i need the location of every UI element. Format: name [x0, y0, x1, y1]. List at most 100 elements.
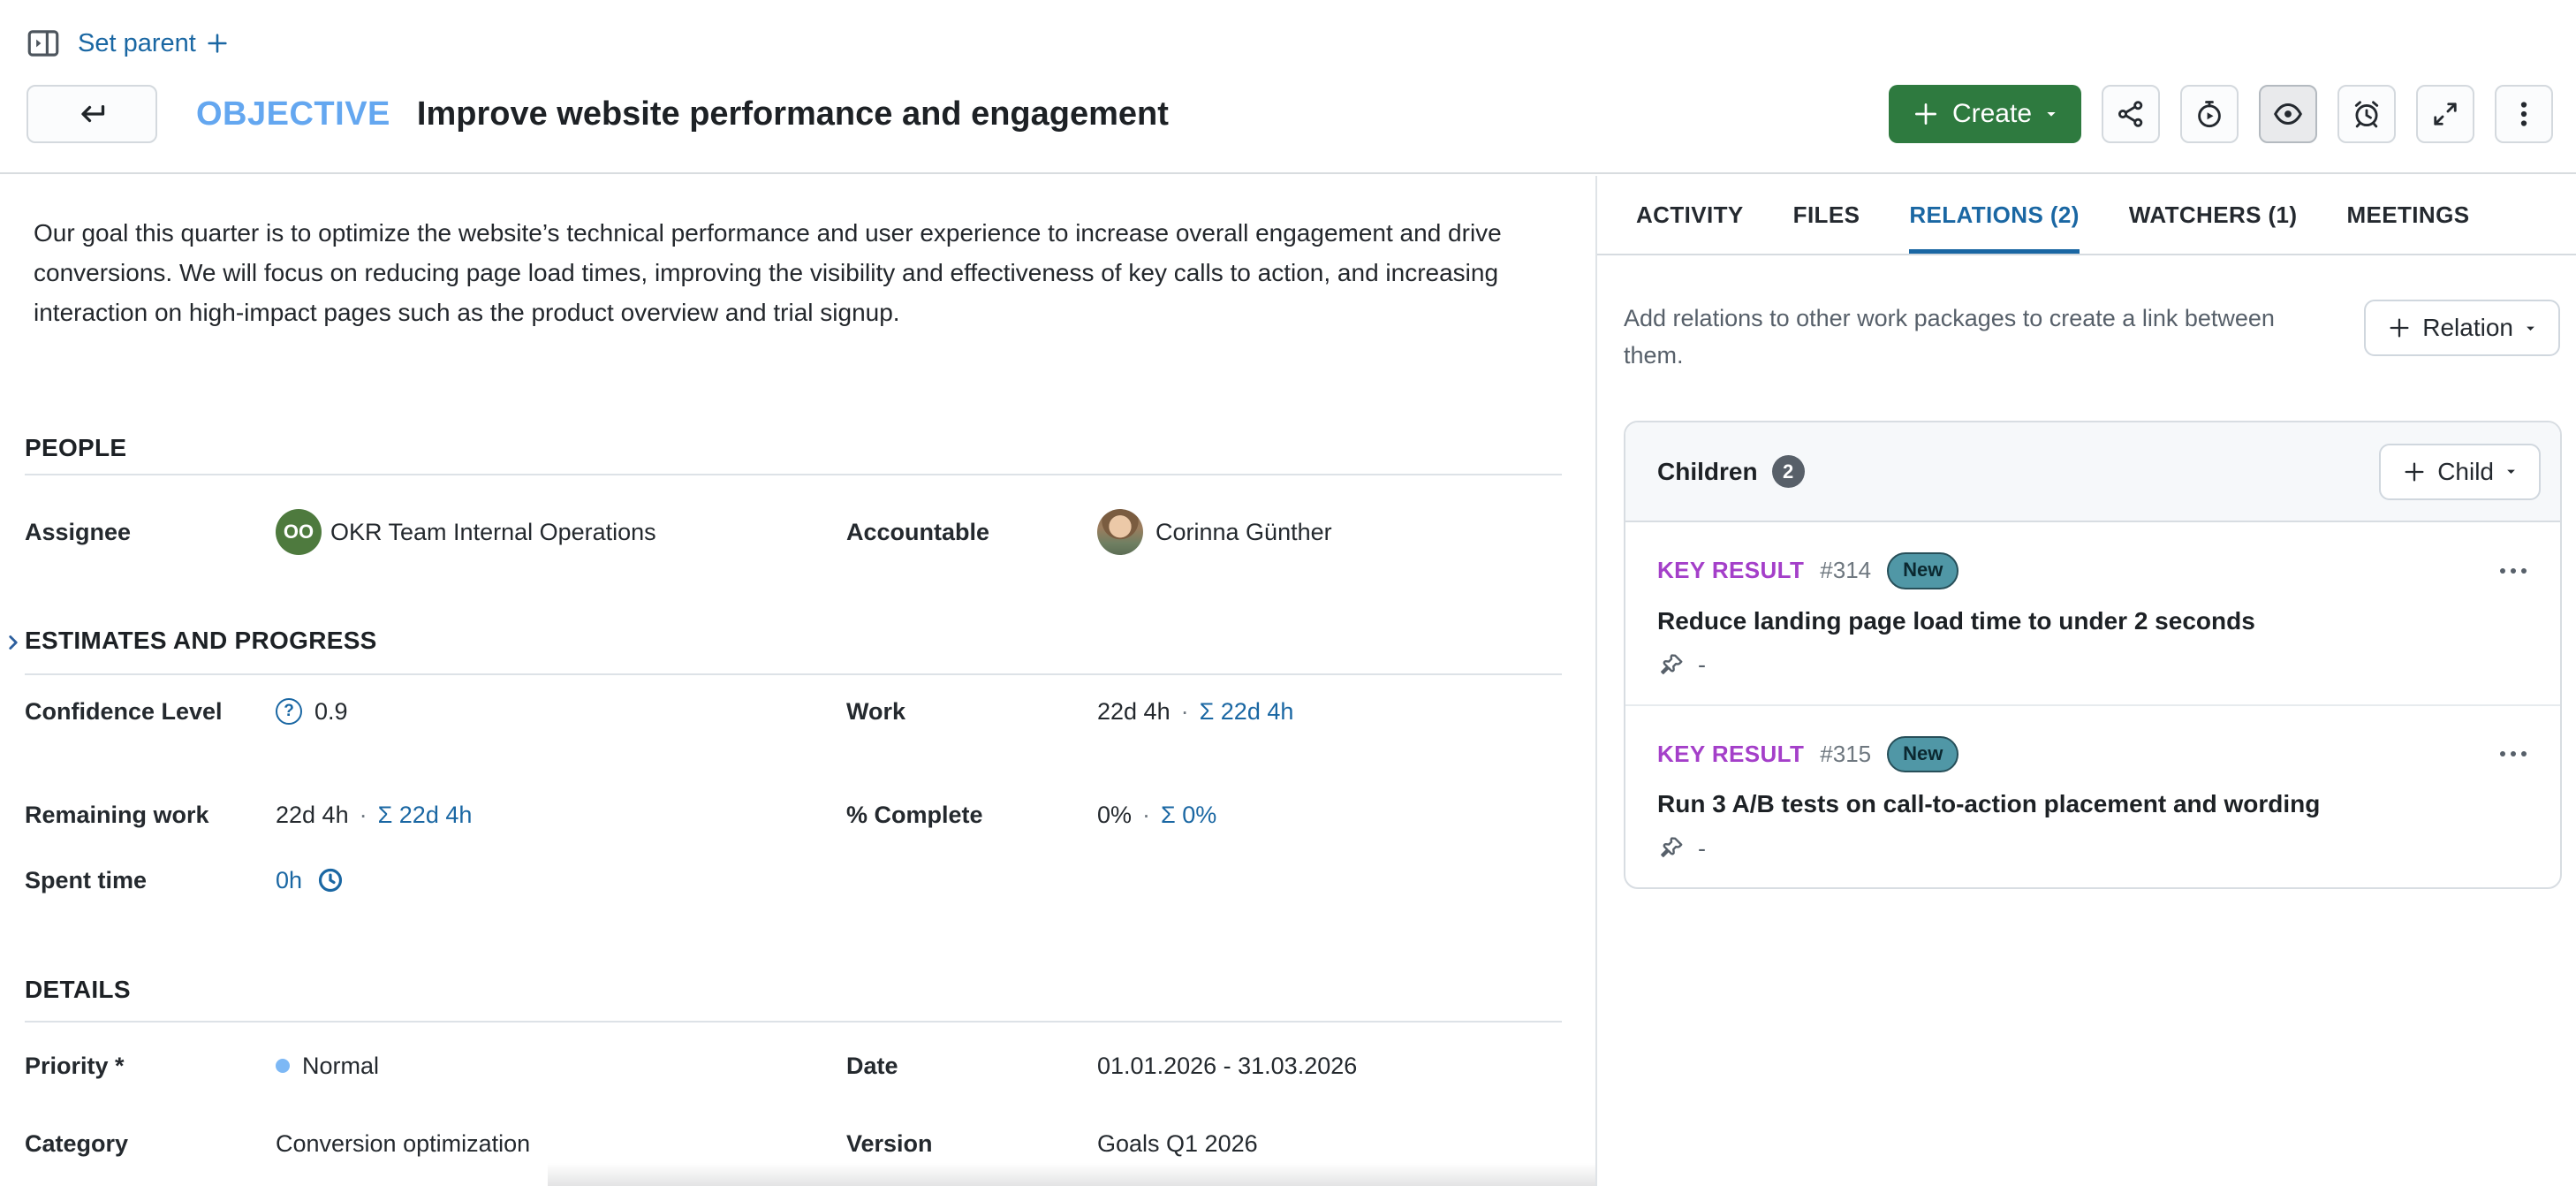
chevron-down-icon [2524, 322, 2537, 335]
spent-time-value[interactable]: 0h [276, 861, 846, 900]
details-row-1: Priority * Normal Date 01.01.2026 - 31.0… [25, 1046, 1562, 1085]
priority-dot-icon [276, 1059, 290, 1073]
more-button[interactable] [2495, 85, 2553, 143]
pin-icon[interactable] [1657, 651, 1686, 680]
confidence-number: 0.9 [314, 692, 348, 731]
title-row: OBJECTIVE Improve website performance an… [27, 85, 1169, 143]
add-relation-button[interactable]: Relation [2364, 300, 2560, 356]
tab-relations[interactable]: RELATIONS (2) [1909, 176, 2080, 254]
estimates-row-2: Remaining work 22d 4h · Σ 22d 4h % Compl… [25, 795, 1562, 834]
sidebar-expand-icon[interactable] [25, 25, 62, 62]
confidence-level-label: Confidence Level [25, 692, 276, 731]
pin-icon[interactable] [1657, 834, 1686, 863]
version-value[interactable]: Goals Q1 2026 [1097, 1124, 1562, 1163]
work-value[interactable]: 22d 4h · Σ 22d 4h [1097, 692, 1562, 731]
remaining-number: 22d 4h [276, 795, 349, 834]
work-package-id[interactable]: #314 [1820, 557, 1871, 584]
help-icon[interactable]: ? [276, 698, 302, 725]
tab-bar: ACTIVITY FILES RELATIONS (2) WATCHERS (1… [1597, 176, 2576, 255]
category-label: Category [25, 1124, 276, 1163]
child-title[interactable]: Run 3 A/B tests on call-to-action placem… [1657, 790, 2534, 818]
estimates-heading: ESTIMATES AND PROGRESS [25, 627, 377, 655]
confidence-level-value[interactable]: ? 0.9 [276, 692, 846, 731]
details-heading: DETAILS [25, 976, 131, 1004]
avatar: OO [276, 509, 322, 555]
dot-separator: · [360, 795, 367, 834]
card-more-button[interactable] [2493, 742, 2534, 765]
relations-panel: ACTIVITY FILES RELATIONS (2) WATCHERS (1… [1597, 176, 2576, 1186]
ellipsis-icon [2496, 563, 2530, 579]
remaining-sum-link[interactable]: Σ 22d 4h [378, 795, 473, 834]
start-timer-button[interactable] [2180, 85, 2239, 143]
alarm-clock-icon [2351, 98, 2383, 130]
description-text[interactable]: Our goal this quarter is to optimize the… [34, 213, 1575, 332]
ellipsis-icon [2496, 746, 2530, 762]
estimates-row-1: Confidence Level ? 0.9 Work 22d 4h · Σ 2… [25, 692, 1562, 731]
child-work-package-card[interactable]: KEY RESULT #314 New Reduce landing page … [1625, 522, 2560, 704]
avatar [1097, 509, 1143, 555]
people-row: Assignee OO OKR Team Internal Operations… [25, 501, 1562, 563]
percent-complete-value[interactable]: 0% · Σ 0% [1097, 795, 1562, 834]
accountable-label: Accountable [846, 513, 1097, 551]
dot-separator: · [1181, 692, 1189, 731]
clock-icon[interactable] [316, 866, 345, 894]
work-package-id[interactable]: #315 [1820, 741, 1871, 768]
card-header: KEY RESULT #314 New [1657, 552, 2534, 589]
remaining-work-value[interactable]: 22d 4h · Σ 22d 4h [276, 795, 846, 834]
category-value[interactable]: Conversion optimization [276, 1124, 846, 1163]
add-child-button[interactable]: Child [2379, 444, 2541, 500]
set-parent-link[interactable]: Set parent [78, 29, 230, 58]
status-badge[interactable]: New [1887, 552, 1959, 589]
percent-complete-label: % Complete [846, 795, 1097, 834]
assignee-name: OKR Team Internal Operations [330, 513, 656, 551]
people-heading: PEOPLE [25, 434, 126, 462]
create-button[interactable]: Create [1889, 85, 2081, 143]
section-collapse-icon[interactable] [2, 629, 25, 656]
page-title[interactable]: Improve website performance and engageme… [417, 95, 1169, 133]
work-number: 22d 4h [1097, 692, 1171, 731]
estimates-row-3: Spent time 0h [25, 861, 1562, 900]
pin-value: - [1698, 651, 1706, 679]
percent-sum-link[interactable]: Σ 0% [1161, 795, 1216, 834]
children-heading-label: Children [1657, 458, 1758, 486]
date-range: 01.01.2026 - 31.03.2026 [1097, 1046, 1357, 1085]
date-label: Date [846, 1046, 1097, 1085]
watch-button[interactable] [2259, 85, 2317, 143]
assignee-value[interactable]: OO OKR Team Internal Operations [276, 509, 846, 555]
details-row-2: Category Conversion optimization Version… [25, 1124, 1562, 1163]
version-label: Version [846, 1124, 1097, 1163]
fullscreen-button[interactable] [2416, 85, 2474, 143]
card-more-button[interactable] [2493, 559, 2534, 582]
accountable-value[interactable]: Corinna Günther [1097, 509, 1562, 555]
priority-value[interactable]: Normal [276, 1046, 846, 1085]
category-text: Conversion optimization [276, 1124, 530, 1163]
add-child-label: Child [2437, 458, 2494, 486]
spent-time-link[interactable]: 0h [276, 861, 302, 900]
status-badge[interactable]: New [1887, 736, 1959, 773]
back-button[interactable] [27, 85, 157, 143]
priority-text: Normal [302, 1046, 379, 1085]
relations-intro: Add relations to other work packages to … [1624, 300, 2560, 374]
reminder-button[interactable] [2337, 85, 2396, 143]
date-value[interactable]: 01.01.2026 - 31.03.2026 [1097, 1046, 1562, 1085]
parent-row: Set parent [25, 25, 230, 62]
card-pin-row: - [1657, 834, 2534, 863]
tab-watchers[interactable]: WATCHERS (1) [2129, 176, 2298, 254]
work-package-type[interactable]: OBJECTIVE [196, 95, 390, 133]
kebab-menu-icon [2508, 98, 2540, 130]
percent-number: 0% [1097, 795, 1132, 834]
child-title[interactable]: Reduce landing page load time to under 2… [1657, 607, 2534, 635]
tab-activity[interactable]: ACTIVITY [1636, 176, 1744, 254]
relations-help-text: Add relations to other work packages to … [1624, 300, 2330, 374]
tab-files[interactable]: FILES [1793, 176, 1860, 254]
tab-meetings[interactable]: MEETINGS [2346, 176, 2469, 254]
header: Set parent OBJECTIVE Improve website per… [0, 0, 2576, 174]
share-button[interactable] [2102, 85, 2160, 143]
section-divider [25, 474, 1562, 475]
plus-icon [1912, 100, 1940, 128]
work-sum-link[interactable]: Σ 22d 4h [1200, 692, 1294, 731]
work-package-details: Our goal this quarter is to optimize the… [0, 176, 1595, 1186]
chevron-down-icon [2044, 107, 2058, 121]
child-work-package-card[interactable]: KEY RESULT #315 New Run 3 A/B tests on c… [1625, 704, 2560, 888]
header-toolbar: Create [1889, 85, 2553, 143]
